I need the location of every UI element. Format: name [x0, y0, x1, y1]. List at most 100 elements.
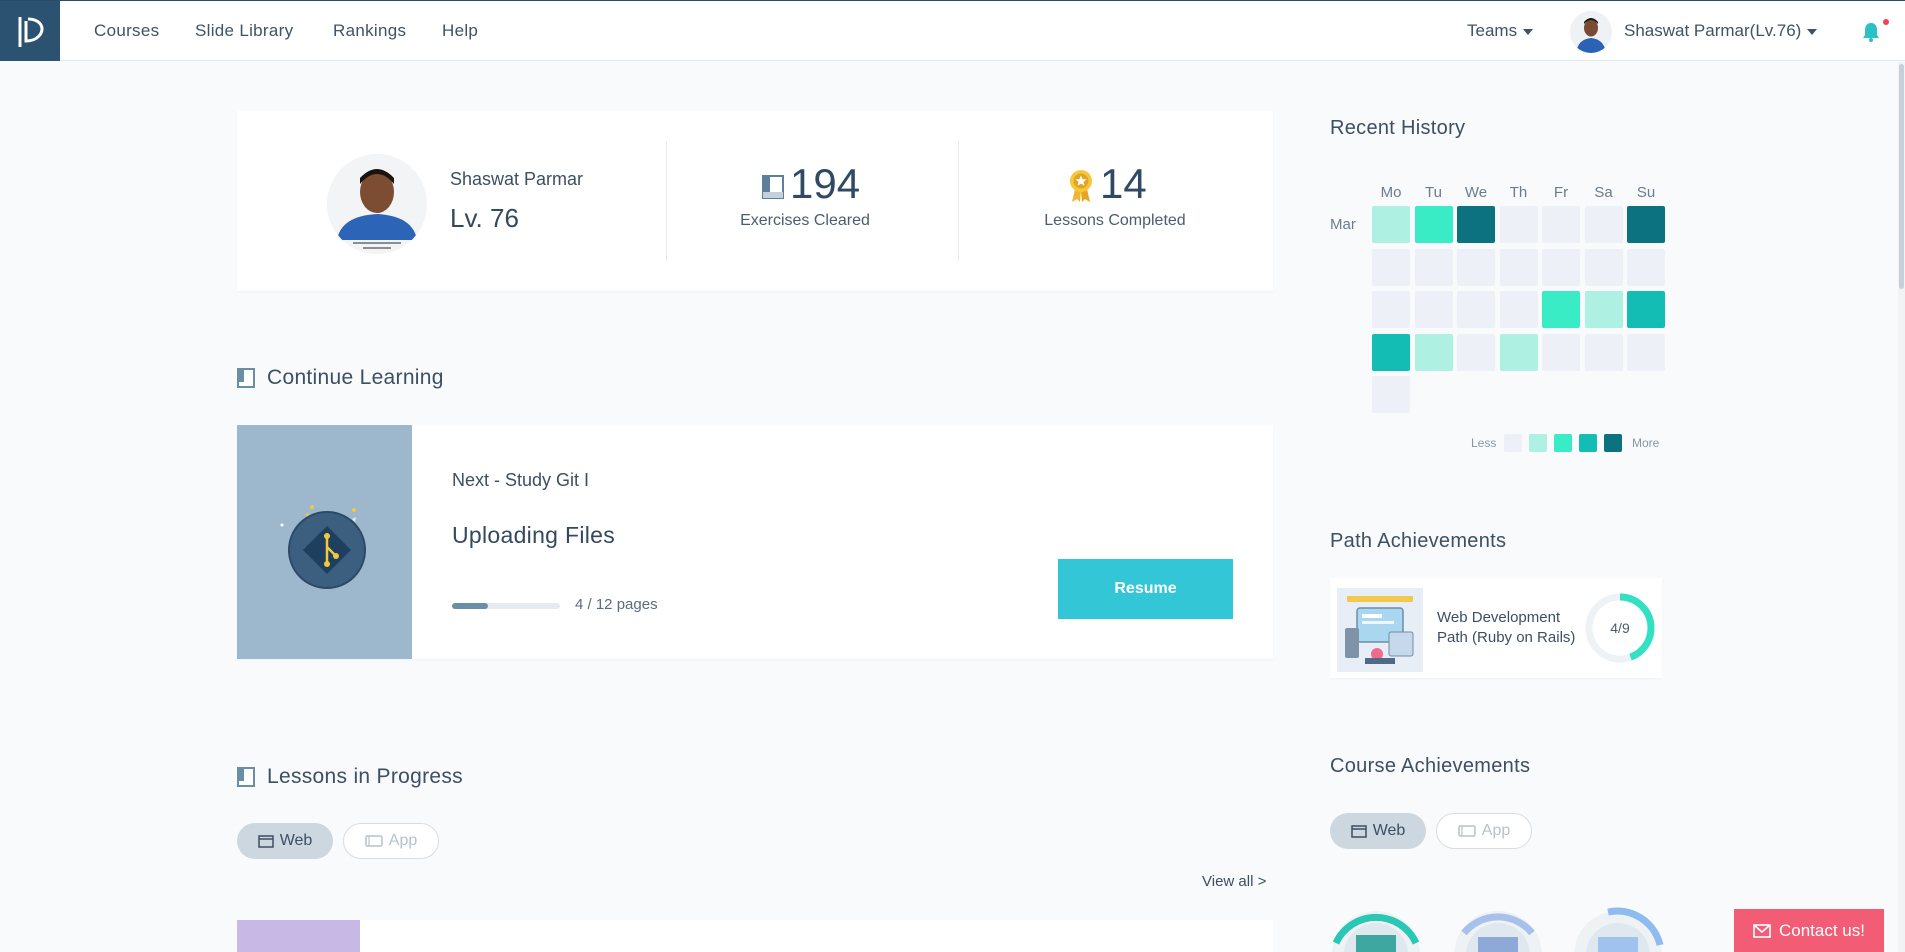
heatmap-cell	[1372, 248, 1410, 286]
heatmap-cell	[1372, 376, 1410, 413]
continue-learning-card: Next - Study Git I Uploading Files 4 / 1…	[237, 425, 1273, 659]
heatmap-cell	[1414, 248, 1453, 286]
medal-icon	[1070, 170, 1092, 202]
day-label: Tu	[1425, 184, 1442, 201]
course-badge-icon	[1574, 907, 1664, 952]
heatmap-cell	[1372, 206, 1410, 243]
tab-web[interactable]: Web	[237, 823, 333, 859]
heatmap-cell	[1584, 291, 1623, 328]
heatmap-cell	[1372, 333, 1410, 371]
heatmap-cell	[1542, 291, 1580, 328]
lessons-in-progress-heading: Lessons in Progress	[267, 765, 463, 788]
path-progress-text: 4/9	[1610, 620, 1630, 636]
course-badge-html[interactable]	[1326, 903, 1426, 952]
caret-down-icon	[1807, 28, 1818, 35]
month-label: Mar	[1330, 216, 1356, 233]
lesson-title: Uploading Files	[452, 522, 616, 548]
tab-app[interactable]: App	[343, 823, 439, 859]
lessons-label: Lessons Completed	[1044, 212, 1186, 229]
heatmap-cell	[1414, 333, 1453, 371]
course-badge-icon	[1454, 911, 1542, 952]
course-tab-app[interactable]: App	[1436, 813, 1532, 849]
nav-help[interactable]: Help	[442, 21, 478, 41]
notification-dot	[1883, 19, 1889, 25]
exercises-label: Exercises Cleared	[740, 212, 870, 229]
divider	[958, 141, 959, 261]
course-tab-app-label: App	[1481, 822, 1511, 839]
course-tab-web[interactable]: Web	[1330, 813, 1426, 849]
heatmap-cell	[1499, 248, 1538, 286]
recent-history-heading: Recent History	[1330, 117, 1466, 139]
heatmap-cell	[1457, 206, 1495, 243]
day-label: We	[1464, 184, 1488, 201]
nav-courses[interactable]: Courses	[94, 21, 159, 41]
caret-down-icon	[1523, 28, 1534, 35]
heatmap-cell	[1372, 291, 1410, 328]
legend-cell	[1579, 434, 1597, 452]
heatmap-cell	[1457, 248, 1495, 286]
avatar-person-icon	[1570, 11, 1612, 53]
heatmap-cell	[1499, 206, 1538, 243]
heatmap-cell	[1414, 206, 1453, 243]
profile-photo	[327, 154, 427, 254]
path-thumbnail	[1337, 588, 1423, 672]
web-dev-illustration-icon	[1337, 588, 1423, 672]
heatmap-cell	[1627, 333, 1665, 371]
book-icon	[762, 175, 784, 199]
heatmap-cell	[1542, 333, 1580, 371]
path-name: Web Development Path (Ruby on Rails)	[1437, 609, 1576, 646]
user-avatar[interactable]	[1570, 11, 1612, 53]
course-tab-web-label: Web	[1372, 822, 1406, 839]
view-all-link[interactable]: View all >	[1202, 873, 1266, 890]
heatmap-cell	[1542, 248, 1580, 286]
heatmap-cell	[1627, 291, 1665, 328]
path-achievement-card[interactable]: Web Development Path (Ruby on Rails) 4/9	[1330, 578, 1662, 678]
profile-person-icon	[327, 154, 427, 254]
path-achievements-heading: Path Achievements	[1330, 530, 1507, 552]
legend-less: Less	[1471, 436, 1497, 450]
contact-us-label: Contact us!	[1779, 921, 1865, 940]
resume-button[interactable]: Resume	[1058, 559, 1233, 619]
tab-web-label: Web	[279, 832, 313, 849]
nav-rankings[interactable]: Rankings	[333, 21, 406, 41]
lesson-card-partial[interactable]	[237, 920, 1273, 952]
heatmap-cell	[1499, 333, 1538, 371]
heatmap-cell	[1584, 333, 1623, 371]
heatmap-cell	[1542, 206, 1580, 243]
divider	[666, 141, 667, 261]
user-menu[interactable]: Shaswat Parmar(Lv.76)	[1624, 21, 1818, 41]
course-badge-icon	[1332, 911, 1420, 952]
browser-icon	[257, 834, 274, 848]
heatmap-cell	[1499, 291, 1538, 328]
nav-slide-library[interactable]: Slide Library	[195, 21, 293, 41]
teams-dropdown[interactable]: Teams	[1467, 21, 1534, 41]
heatmap-cell	[1584, 206, 1623, 243]
browser-icon	[1350, 824, 1367, 838]
scrollbar-thumb[interactable]	[1899, 64, 1904, 289]
continue-learning-heading: Continue Learning	[267, 366, 444, 389]
heatmap-cell	[1457, 291, 1495, 328]
mobile-icon	[365, 835, 383, 847]
profile-name: Shaswat Parmar	[450, 169, 584, 189]
logo-mark-icon	[18, 17, 44, 47]
profile-level: Lv. 76	[450, 203, 519, 233]
heatmap-cell	[1627, 206, 1665, 243]
day-label: Mo	[1380, 184, 1402, 201]
day-label: Fr	[1553, 184, 1569, 201]
course-badge-js[interactable]	[1568, 903, 1668, 952]
user-menu-label: Shaswat Parmar(Lv.76)	[1624, 21, 1802, 40]
lesson-thumbnail	[237, 425, 412, 659]
heatmap-cell	[1457, 333, 1495, 371]
envelope-icon	[1753, 924, 1771, 938]
bell-icon[interactable]	[1860, 21, 1882, 43]
day-label: Sa	[1594, 184, 1613, 201]
progate-logo[interactable]	[0, 1, 60, 61]
legend-more: More	[1632, 436, 1660, 450]
heatmap-cell	[1414, 291, 1453, 328]
course-badge-css[interactable]	[1448, 903, 1548, 952]
profile-summary-card: Shaswat Parmar Lv. 76 194 Exercises Clea…	[237, 111, 1273, 291]
legend-cell	[1554, 434, 1572, 452]
lessons-count: 14	[1100, 160, 1147, 207]
contact-us-button[interactable]: Contact us!	[1734, 909, 1884, 952]
git-logo-icon	[280, 505, 366, 589]
